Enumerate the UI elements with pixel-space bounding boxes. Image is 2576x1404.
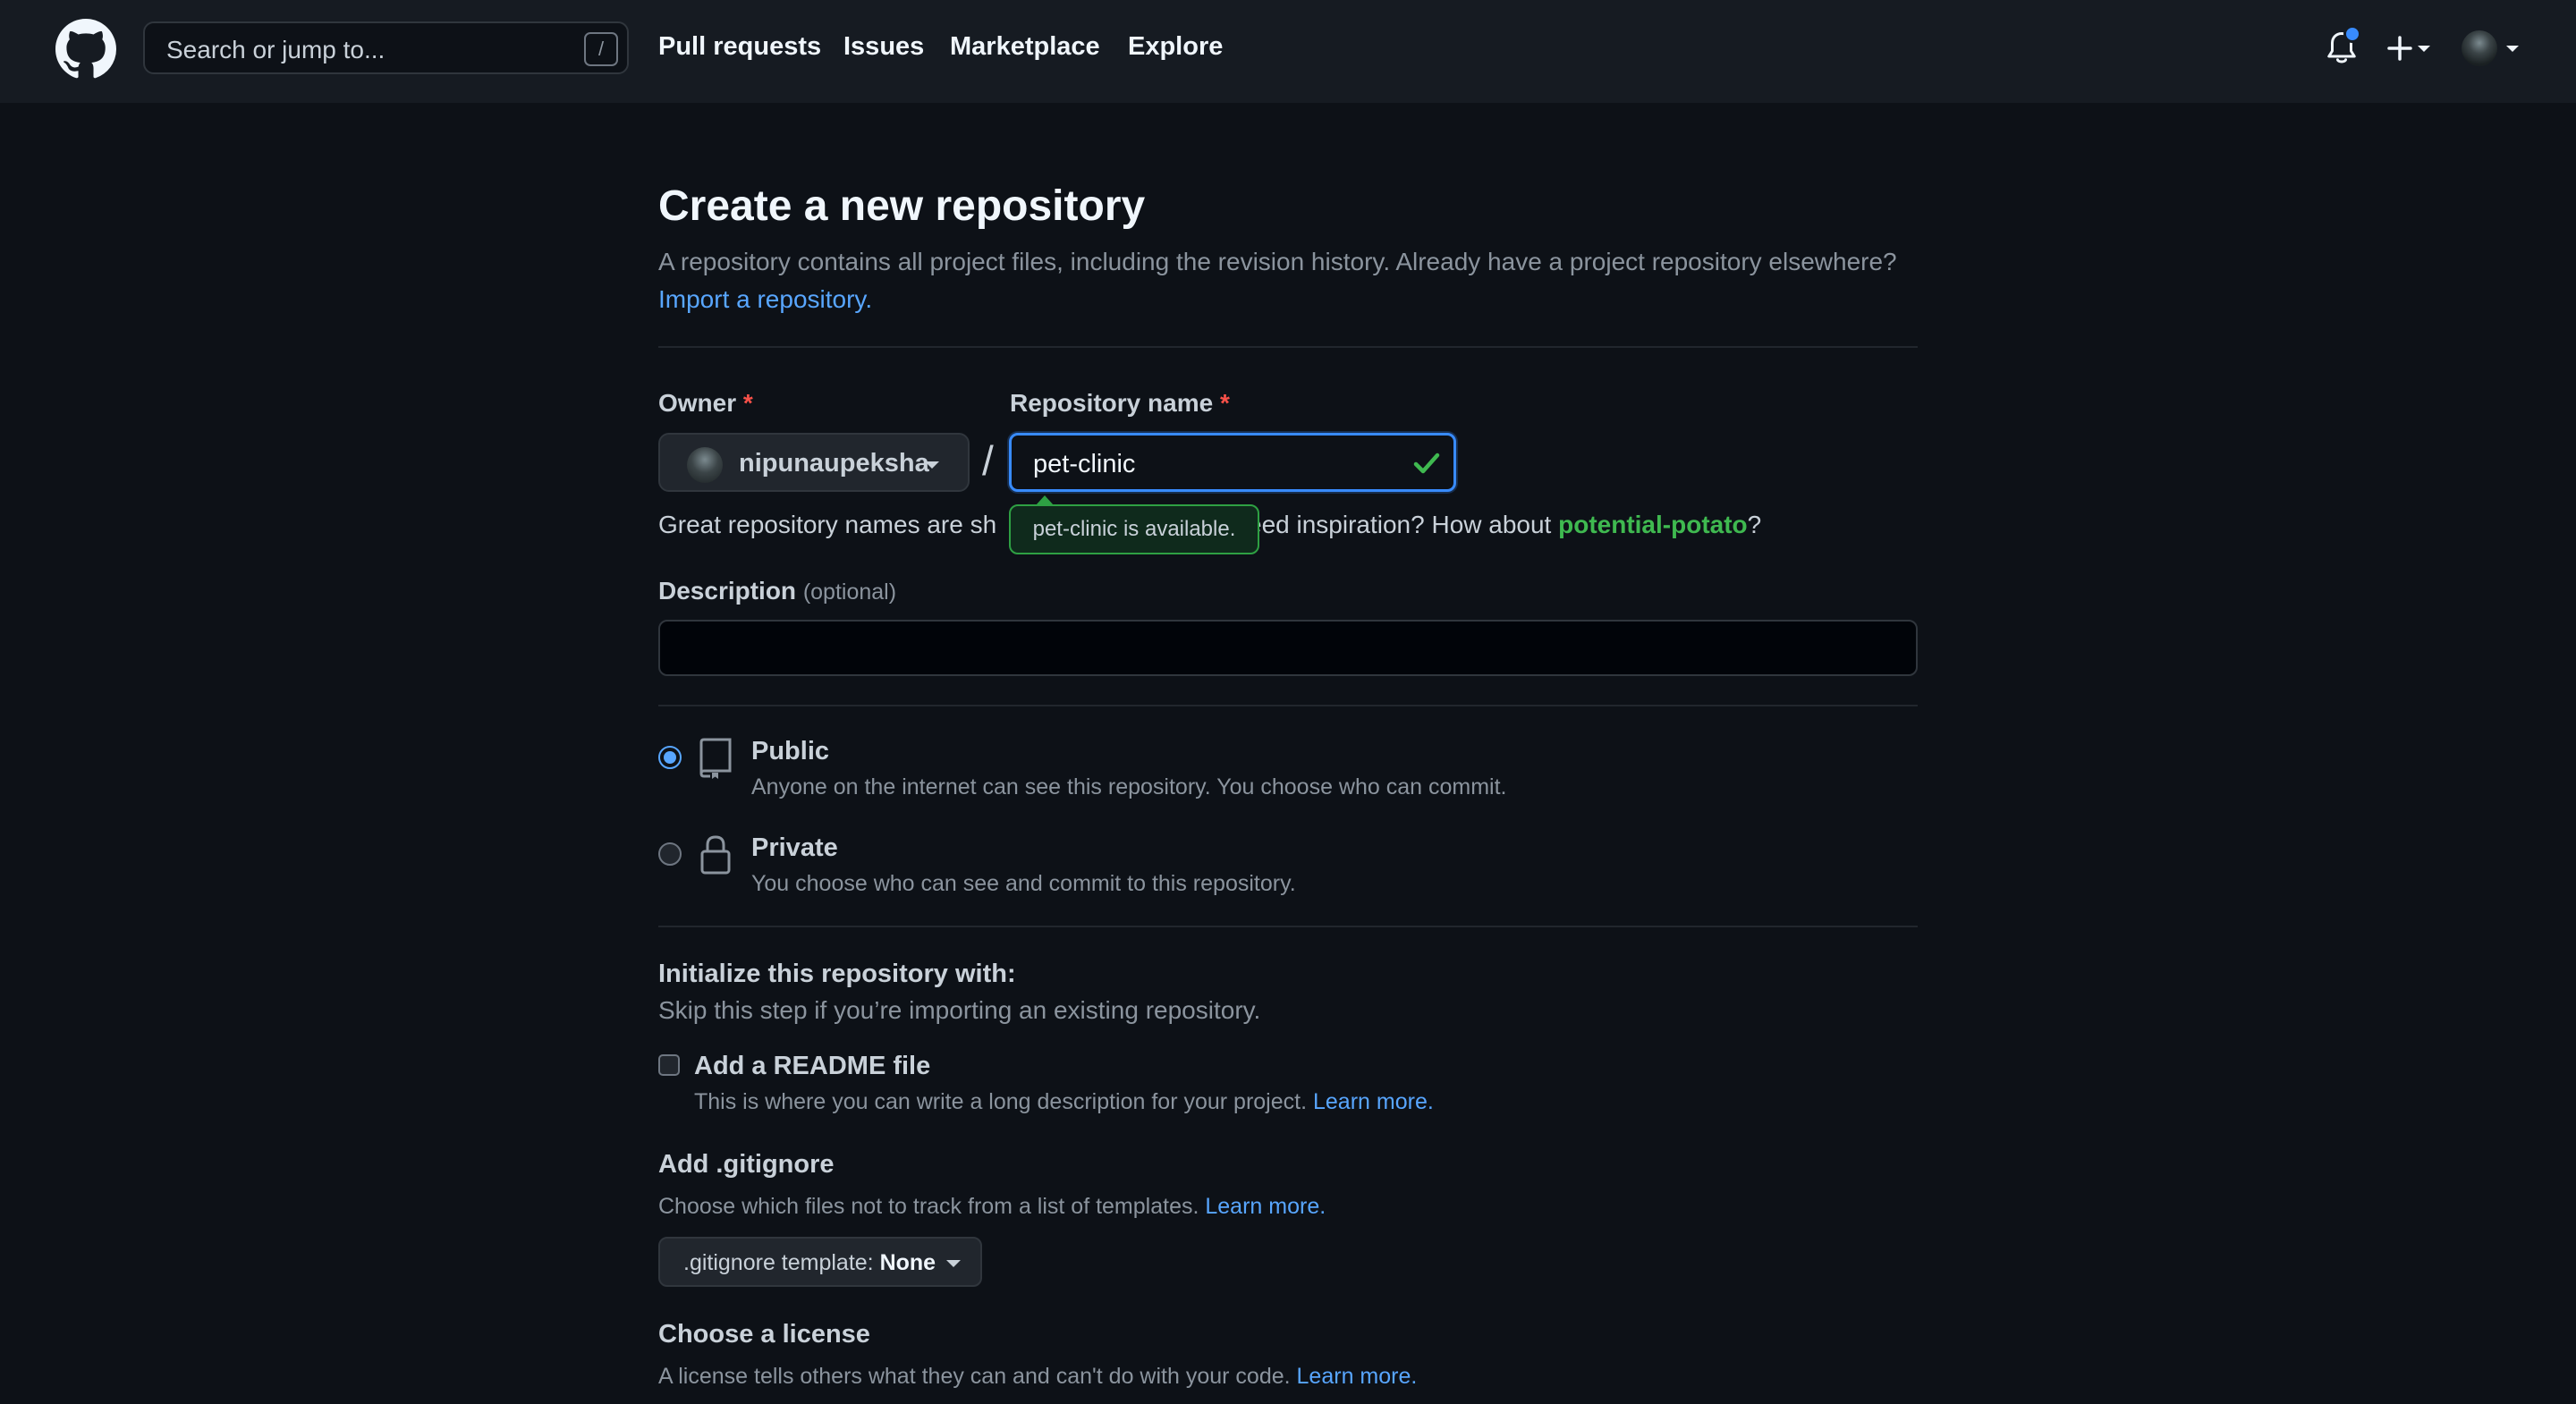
repo-icon bbox=[699, 738, 732, 779]
hint-middle-text: eed inspiration? How about bbox=[1248, 511, 1552, 538]
readme-label[interactable]: Add a README file bbox=[694, 1052, 930, 1081]
repo-name-hint-start: Great repository names are sh bbox=[658, 511, 997, 538]
plus-icon[interactable] bbox=[2384, 32, 2437, 64]
gitignore-select-value: None bbox=[879, 1250, 936, 1275]
repo-name-input[interactable]: pet-clinic bbox=[1009, 433, 1456, 492]
gitignore-template-select[interactable]: .gitignore template: None bbox=[658, 1237, 982, 1287]
description-label-text: Description bbox=[658, 577, 797, 605]
initialize-subtitle: Skip this step if you’re importing an ex… bbox=[658, 996, 1261, 1024]
search-shortcut-key: / bbox=[584, 32, 618, 66]
optional-tag: (optional) bbox=[802, 579, 897, 605]
readme-description: This is where you can write a long descr… bbox=[694, 1089, 1434, 1115]
repo-name-hint-end: eed inspiration? How about potential-pot… bbox=[1248, 511, 1761, 539]
search-input[interactable]: Search or jump to... / bbox=[143, 21, 629, 74]
readme-description-text: This is where you can write a long descr… bbox=[694, 1089, 1308, 1114]
check-icon bbox=[1413, 452, 1440, 474]
owner-label: Owner * bbox=[658, 389, 753, 418]
github-logo-icon[interactable] bbox=[55, 19, 116, 80]
nav-marketplace[interactable]: Marketplace bbox=[950, 32, 1100, 62]
hint-suffix: ? bbox=[1747, 511, 1762, 538]
nav-explore[interactable]: Explore bbox=[1128, 32, 1223, 62]
import-repository-link[interactable]: Import a repository. bbox=[658, 285, 872, 313]
required-mark: * bbox=[742, 389, 753, 417]
public-radio[interactable] bbox=[658, 746, 682, 769]
gitignore-learn-more-link[interactable]: Learn more. bbox=[1205, 1194, 1326, 1219]
required-mark: * bbox=[1219, 389, 1230, 417]
lock-icon bbox=[700, 835, 731, 875]
divider bbox=[658, 346, 1918, 348]
divider bbox=[658, 926, 1918, 927]
nav-pull-requests[interactable]: Pull requests bbox=[658, 32, 821, 62]
private-description: You choose who can see and commit to thi… bbox=[751, 871, 1296, 896]
repo-name-label: Repository name * bbox=[1010, 389, 1230, 418]
initialize-title: Initialize this repository with: bbox=[658, 960, 1016, 988]
owner-label-text: Owner bbox=[658, 389, 737, 417]
license-learn-more-link[interactable]: Learn more. bbox=[1297, 1364, 1418, 1389]
readme-learn-more-link[interactable]: Learn more. bbox=[1313, 1089, 1434, 1114]
repo-name-value: pet-clinic bbox=[1033, 450, 1136, 478]
chevron-down-icon bbox=[946, 1260, 961, 1267]
readme-checkbox[interactable] bbox=[658, 1054, 680, 1076]
owner-repo-separator: / bbox=[982, 437, 994, 484]
page-description-text: A repository contains all project files,… bbox=[658, 248, 1897, 275]
search-placeholder: Search or jump to... bbox=[166, 36, 386, 63]
user-avatar-menu[interactable] bbox=[2460, 29, 2522, 68]
availability-tooltip: pet-clinic is available. bbox=[1009, 504, 1259, 554]
gitignore-description-text: Choose which files not to track from a l… bbox=[658, 1194, 1199, 1219]
gitignore-select-label: .gitignore template: None bbox=[683, 1250, 936, 1276]
gitignore-select-prefix: .gitignore template: bbox=[683, 1250, 874, 1275]
public-description: Anyone on the internet can see this repo… bbox=[751, 774, 1507, 799]
chevron-down-icon bbox=[925, 461, 939, 469]
divider bbox=[658, 705, 1918, 706]
page-description: A repository contains all project files,… bbox=[658, 243, 1918, 318]
repo-name-label-text: Repository name bbox=[1010, 389, 1214, 417]
description-label: Description (optional) bbox=[658, 577, 896, 605]
description-input[interactable] bbox=[658, 620, 1918, 676]
owner-avatar bbox=[687, 447, 723, 483]
license-description: A license tells others what they can and… bbox=[658, 1364, 1417, 1390]
notification-dot bbox=[2343, 25, 2361, 43]
private-title: Private bbox=[751, 833, 838, 862]
private-radio[interactable] bbox=[658, 842, 682, 866]
nav-issues[interactable]: Issues bbox=[843, 32, 924, 62]
suggested-name-link[interactable]: potential-potato bbox=[1558, 511, 1748, 538]
license-description-text: A license tells others what they can and… bbox=[658, 1364, 1291, 1389]
owner-name: nipunaupeksha bbox=[739, 449, 929, 478]
top-header: Search or jump to... / Pull requests Iss… bbox=[0, 0, 2576, 103]
owner-select-button[interactable]: nipunaupeksha bbox=[658, 433, 970, 492]
public-title: Public bbox=[751, 737, 830, 765]
license-title: Choose a license bbox=[658, 1320, 870, 1349]
gitignore-title: Add .gitignore bbox=[658, 1150, 835, 1179]
page-title: Create a new repository bbox=[658, 182, 1146, 230]
gitignore-description: Choose which files not to track from a l… bbox=[658, 1194, 1326, 1220]
